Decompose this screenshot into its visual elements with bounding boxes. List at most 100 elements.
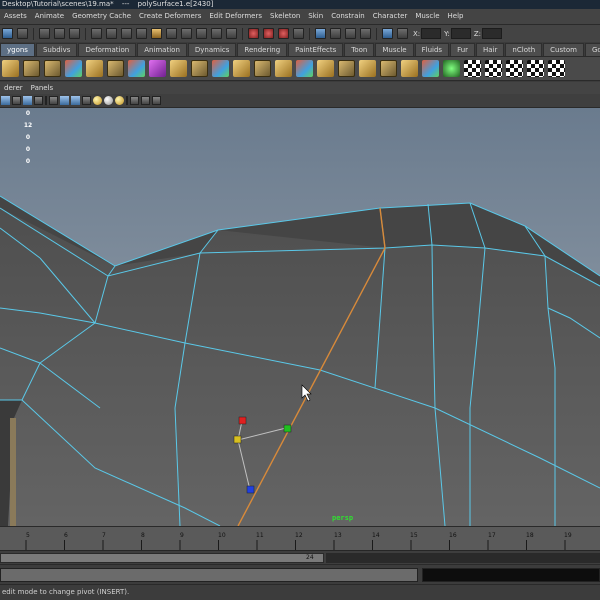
menu-help[interactable]: Help [444,9,468,24]
range-slider-bar[interactable] [0,553,324,563]
folder-icon[interactable] [17,28,28,39]
highlight-icon[interactable] [151,28,162,39]
tab-rendering[interactable]: Rendering [237,43,288,56]
time-slider[interactable]: 5 6 7 8 9 10 11 12 13 14 15 16 17 18 19 [0,526,600,550]
tab-polygons[interactable]: ygons [0,43,35,56]
tab-ncloth[interactable]: nCloth [505,43,543,56]
hierarchy-mode-icon[interactable] [39,28,50,39]
purple-cube-icon[interactable] [149,60,166,77]
append-icon[interactable] [233,60,250,77]
checker-icon-4[interactable] [527,60,544,77]
menu-character[interactable]: Character [369,9,412,24]
select-mode-icon[interactable] [2,28,13,39]
tab-toon[interactable]: Toon [344,43,375,56]
panel-menu-renderer[interactable]: derer [0,84,27,92]
high-quality-icon[interactable] [115,96,124,105]
render-settings-icon[interactable] [278,28,289,39]
checker-icon-1[interactable] [464,60,481,77]
object-mode-icon[interactable] [54,28,65,39]
pick-mask-icon[interactable] [91,28,102,39]
textured-icon[interactable] [82,96,91,105]
panel-menu-panels[interactable]: Panels [27,84,58,92]
tab-subdivs[interactable]: Subdivs [35,43,78,56]
z-input[interactable] [482,28,503,39]
split-icon[interactable] [254,60,271,77]
extract-icon[interactable] [128,60,145,77]
xray-joints-icon[interactable] [152,96,161,105]
tab-animation[interactable]: Animation [137,43,187,56]
lights-icon[interactable] [93,96,102,105]
insert-edge-loop-icon[interactable] [275,60,292,77]
layer-editor-icon[interactable] [360,28,371,39]
tab-hair[interactable]: Hair [476,43,505,56]
combine-icon[interactable] [107,60,124,77]
menu-skin[interactable]: Skin [304,9,327,24]
checker-icon-3[interactable] [506,60,523,77]
attribute-editor-icon[interactable] [330,28,341,39]
live-surface-icon[interactable] [226,28,237,39]
tool-settings-icon[interactable] [345,28,356,39]
tab-custom[interactable]: Custom [543,43,584,56]
tab-dynamics[interactable]: Dynamics [187,43,237,56]
plane-snap-icon[interactable] [211,28,222,39]
y-input[interactable] [450,28,471,39]
viewport-canvas[interactable] [0,108,600,526]
polygon-sphere-icon[interactable] [65,60,82,77]
bevel-icon[interactable] [170,60,187,77]
polygon-cone-icon[interactable] [2,60,19,77]
manipulator-x-handle[interactable] [283,424,292,433]
menu-create-deformers[interactable]: Create Deformers [135,9,205,24]
perspective-viewport[interactable]: 0 12 0 0 0 persp [0,108,600,526]
bookmark-icon[interactable] [12,96,21,105]
menu-assets[interactable]: Assets [0,9,31,24]
help-mask-icon[interactable] [121,28,132,39]
chamfer-icon[interactable] [338,60,355,77]
isolate-select-icon[interactable] [130,96,139,105]
command-input[interactable] [0,568,418,582]
menu-skeleton[interactable]: Skeleton [266,9,304,24]
gozbrush-icon[interactable] [548,60,565,77]
hypershade-icon[interactable] [293,28,304,39]
manipulator-center-handle[interactable] [233,435,242,444]
grid-toggle-icon[interactable] [1,96,10,105]
ipr-render-icon[interactable] [263,28,274,39]
lock-icon[interactable] [136,28,147,39]
channel-box-icon[interactable] [315,28,326,39]
polygon-cube-icon[interactable] [44,60,61,77]
tab-painteffects[interactable]: PaintEffects [288,43,344,56]
menu-constrain[interactable]: Constrain [327,9,369,24]
menu-muscle[interactable]: Muscle [411,9,443,24]
camera-attributes-icon[interactable] [34,96,43,105]
wedge-icon[interactable] [359,60,376,77]
poke-icon[interactable] [380,60,397,77]
curve-snap-icon[interactable] [181,28,192,39]
smooth-shade-icon[interactable] [60,96,69,105]
x-input[interactable] [421,28,442,39]
menu-edit-deformers[interactable]: Edit Deformers [205,9,266,24]
render-icon[interactable] [248,28,259,39]
move-mask-icon[interactable] [106,28,117,39]
input-field-mode-icon[interactable] [397,28,408,39]
tab-muscle[interactable]: Muscle [375,43,414,56]
duplicate-face-icon[interactable] [401,60,418,77]
tab-fluids[interactable]: Fluids [414,43,450,56]
tab-deformation[interactable]: Deformation [78,43,137,56]
smooth-icon[interactable] [296,60,313,77]
merge-icon[interactable] [317,60,334,77]
crease-icon[interactable] [422,60,439,77]
shadows-icon[interactable] [104,96,113,105]
grid-snap-icon[interactable] [166,28,177,39]
extrude-icon[interactable] [191,60,208,77]
sculpt-icon[interactable] [443,60,460,77]
component-mode-icon[interactable] [69,28,80,39]
point-snap-icon[interactable] [196,28,207,39]
image-plane-icon[interactable] [23,96,32,105]
wireframe-icon[interactable] [49,96,58,105]
manipulator-y-handle[interactable] [238,416,247,425]
tab-fur[interactable]: Fur [450,43,476,56]
menu-animate[interactable]: Animate [31,9,68,24]
modeling-toolkit-icon[interactable] [382,28,393,39]
xray-icon[interactable] [141,96,150,105]
polygon-cylinder-icon[interactable] [23,60,40,77]
wireframe-on-shaded-icon[interactable] [71,96,80,105]
